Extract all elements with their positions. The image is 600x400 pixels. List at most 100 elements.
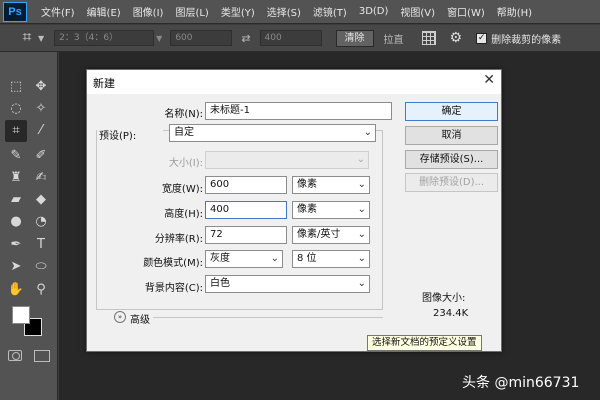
crop-height-input[interactable]: 400 bbox=[259, 30, 322, 46]
close-icon[interactable]: ✕ bbox=[483, 73, 495, 87]
new-document-dialog: 新建 ✕ 名称(N): 未标题-1 预设(P): 自定 ⌄ 大小(I): ⌄ 宽… bbox=[86, 69, 502, 352]
width-input[interactable]: 600 bbox=[205, 176, 287, 194]
cancel-button[interactable]: 取消 bbox=[405, 126, 498, 145]
menu-bar: Ps 文件(F) 编辑(E) 图像(I) 图层(L) 类型(Y) 选择(S) 滤… bbox=[0, 0, 600, 24]
path-selection-tool-icon[interactable]: ➤ bbox=[5, 256, 27, 278]
image-size-value: 234.4K bbox=[433, 308, 469, 319]
hand-tool-icon[interactable]: ✋ bbox=[5, 279, 27, 301]
magic-wand-tool-icon[interactable]: ✧ bbox=[30, 98, 52, 120]
bit-depth-value: 8 位 bbox=[297, 253, 317, 264]
eyedropper-tool-icon[interactable]: ⁄ bbox=[30, 120, 52, 142]
menu-view[interactable]: 视图(V) bbox=[394, 4, 441, 19]
height-input[interactable]: 400 bbox=[205, 201, 287, 219]
chevron-down-icon: ⌄ bbox=[357, 204, 366, 215]
chevron-down-icon: ⌄ bbox=[357, 253, 366, 264]
menu-layer[interactable]: 图层(L) bbox=[169, 4, 214, 19]
expand-advanced-icon[interactable]: » bbox=[114, 311, 126, 323]
advanced-divider bbox=[153, 317, 383, 318]
history-brush-tool-icon[interactable]: ✍ bbox=[30, 167, 52, 189]
menu-filter[interactable]: 滤镜(T) bbox=[307, 4, 353, 19]
name-input[interactable]: 未标题-1 bbox=[205, 102, 392, 120]
ellipse-tool-icon[interactable]: ⬭ bbox=[30, 256, 52, 278]
height-unit-value: 像素 bbox=[297, 204, 317, 215]
options-bar: ⌗ ▼ 2：3（4：6） ▼ 600 ⇄ 400 清除 拉直 ⚙ ✓ 删除裁剪的… bbox=[0, 25, 600, 52]
overlay-grid-icon[interactable] bbox=[421, 31, 436, 45]
straighten-button[interactable]: 拉直 bbox=[384, 31, 404, 46]
brush-tool-icon[interactable]: ✐ bbox=[30, 145, 52, 167]
name-label: 名称(N): bbox=[164, 109, 203, 120]
save-preset-button[interactable]: 存储预设(S)... bbox=[405, 150, 498, 169]
quick-mask-icon[interactable] bbox=[8, 350, 22, 361]
screen-mode-icon[interactable] bbox=[34, 350, 50, 362]
gear-icon[interactable]: ⚙ bbox=[450, 30, 463, 46]
width-unit-select[interactable]: 像素 ⌄ bbox=[292, 176, 370, 194]
menu-3d[interactable]: 3D(D) bbox=[353, 6, 395, 17]
background-select[interactable]: 白色 ⌄ bbox=[205, 275, 370, 293]
width-unit-value: 像素 bbox=[297, 179, 317, 190]
menu-image[interactable]: 图像(I) bbox=[127, 4, 170, 19]
dialog-title: 新建 bbox=[93, 77, 115, 90]
delete-cropped-checkbox[interactable]: ✓ bbox=[476, 32, 488, 44]
delete-cropped-label: 删除裁剪的像素 bbox=[491, 34, 562, 46]
background-label: 背景内容(C): bbox=[144, 283, 203, 294]
ok-button[interactable]: 确定 bbox=[405, 102, 498, 121]
pen-tool-icon[interactable]: ✒ bbox=[5, 234, 27, 256]
delete-preset-button[interactable]: 删除预设(D)... bbox=[405, 173, 498, 192]
photoshop-logo: Ps bbox=[3, 1, 27, 22]
color-mode-value: 灰度 bbox=[210, 253, 230, 264]
chevron-down-icon: ⌄ bbox=[357, 229, 366, 240]
resolution-input[interactable]: 72 bbox=[205, 226, 287, 244]
crop-width-input[interactable]: 600 bbox=[170, 30, 233, 46]
preset-tooltip: 选择新文档的预定义设置 bbox=[367, 335, 482, 351]
resolution-unit-select[interactable]: 像素/英寸 ⌄ bbox=[292, 226, 370, 244]
crop-ratio-select[interactable]: 2：3（4：6） bbox=[54, 30, 155, 46]
color-mode-select[interactable]: 灰度 ⌄ bbox=[205, 250, 283, 268]
menu-select[interactable]: 选择(S) bbox=[261, 4, 307, 19]
size-select[interactable]: ⌄ bbox=[205, 151, 369, 169]
paint-bucket-tool-icon[interactable]: ◆ bbox=[30, 189, 52, 211]
preset-select[interactable]: 自定 ⌄ bbox=[169, 124, 376, 142]
move-tool-icon[interactable]: ✥ bbox=[30, 76, 52, 98]
healing-brush-tool-icon[interactable]: ✎ bbox=[5, 145, 27, 167]
resolution-unit-value: 像素/英寸 bbox=[297, 229, 341, 240]
height-unit-select[interactable]: 像素 ⌄ bbox=[292, 201, 370, 219]
resolution-label: 分辨率(R): bbox=[154, 234, 203, 245]
zoom-tool-icon[interactable]: ⚲ bbox=[30, 279, 52, 301]
type-tool-icon[interactable]: T bbox=[30, 234, 52, 256]
chevron-down-icon: ⌄ bbox=[356, 154, 365, 165]
menu-help[interactable]: 帮助(H) bbox=[491, 4, 538, 19]
crop-tool-icon[interactable]: ⌗ bbox=[5, 120, 27, 142]
menu-file[interactable]: 文件(F) bbox=[35, 4, 81, 19]
image-size-label: 图像大小: bbox=[422, 293, 466, 304]
menu-edit[interactable]: 编辑(E) bbox=[81, 4, 127, 19]
chevron-down-icon: ⌄ bbox=[270, 253, 279, 264]
eraser-tool-icon[interactable]: ▰ bbox=[5, 189, 27, 211]
chevron-down-icon: ⌄ bbox=[363, 127, 372, 138]
foreground-color-swatch[interactable] bbox=[12, 306, 30, 324]
chevron-down-icon: ⌄ bbox=[357, 179, 366, 190]
swap-icon[interactable]: ⇄ bbox=[241, 32, 250, 45]
marquee-tool-icon[interactable]: ⬚ bbox=[5, 76, 27, 98]
menu-window[interactable]: 窗口(W) bbox=[441, 4, 491, 19]
preset-label: 预设(P): bbox=[97, 127, 163, 142]
size-label: 大小(I): bbox=[168, 158, 203, 169]
preset-value: 自定 bbox=[174, 127, 194, 138]
height-label: 高度(H): bbox=[164, 209, 203, 220]
menu-type[interactable]: 类型(Y) bbox=[215, 4, 261, 19]
width-label: 宽度(W): bbox=[161, 184, 203, 195]
advanced-label[interactable]: 高级 bbox=[130, 311, 150, 326]
watermark-text: 头条 @min66731 bbox=[462, 375, 580, 391]
tool-preset-dropdown-icon[interactable]: ▼ bbox=[38, 34, 44, 43]
bit-depth-select[interactable]: 8 位 ⌄ bbox=[292, 250, 370, 268]
dodge-tool-icon[interactable]: ◔ bbox=[30, 211, 52, 233]
color-mode-label: 颜色模式(M): bbox=[143, 258, 203, 269]
dialog-titlebar: 新建 ✕ bbox=[87, 70, 501, 94]
stamp-tool-icon[interactable]: ♜ bbox=[5, 167, 27, 189]
crop-tool-icon[interactable]: ⌗ bbox=[16, 28, 38, 48]
lasso-tool-icon[interactable]: ◌ bbox=[5, 98, 27, 120]
blur-tool-icon[interactable]: ● bbox=[5, 211, 27, 233]
clear-button[interactable]: 清除 bbox=[335, 29, 374, 47]
chevron-down-icon[interactable]: ▼ bbox=[156, 34, 162, 43]
chevron-down-icon: ⌄ bbox=[357, 278, 366, 289]
background-value: 白色 bbox=[210, 278, 230, 289]
